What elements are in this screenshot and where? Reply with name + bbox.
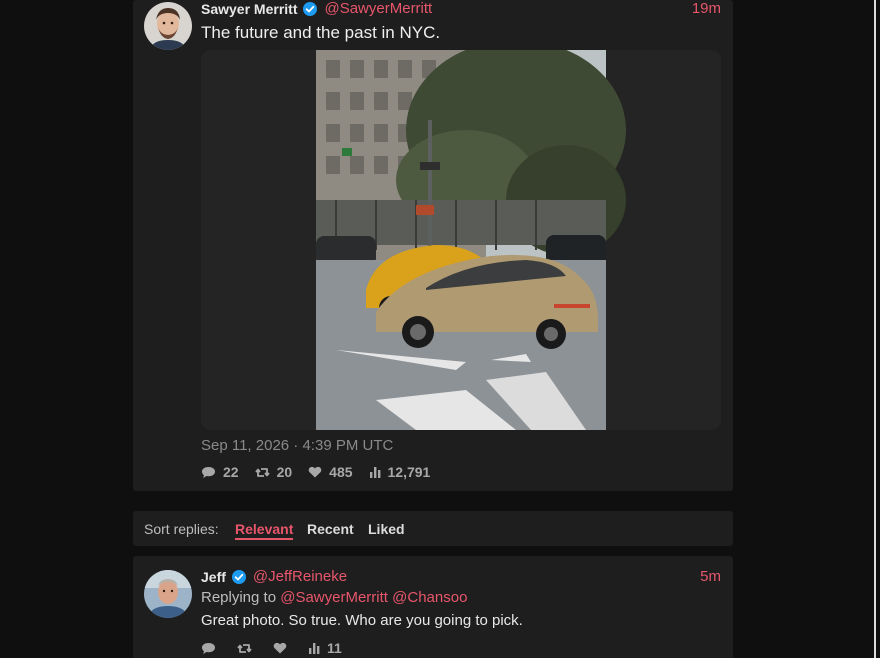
views-stat[interactable]: 12,791 [369, 464, 431, 480]
tweet-media[interactable] [201, 50, 721, 430]
main-tweet: Sawyer Merritt @SawyerMerritt 19m The fu… [133, 0, 733, 491]
reply-stat[interactable] [201, 642, 223, 655]
views-icon [309, 643, 320, 654]
tweet-header: Sawyer Merritt @SawyerMerritt [201, 0, 432, 17]
reply-stat[interactable]: 22 [201, 464, 239, 480]
verified-icon [231, 569, 247, 585]
views-stat[interactable]: 11 [308, 640, 342, 656]
comment-icon [202, 642, 215, 654]
replying-prefix: Replying to [201, 589, 277, 606]
sort-label: Sort replies: [144, 521, 219, 537]
mention-link[interactable]: @SawyerMerritt [280, 589, 388, 606]
retweet-stat[interactable] [237, 642, 259, 655]
avatar[interactable] [144, 570, 192, 618]
comment-icon [202, 466, 215, 478]
tweet-date[interactable]: Sep 11, 2026 · 4:39 PM UTC [201, 437, 393, 454]
reply-text: Great photo. So true. Who are you going … [201, 612, 523, 629]
sort-tab-relevant[interactable]: Relevant [235, 521, 294, 540]
retweet-stat[interactable]: 20 [254, 464, 293, 480]
tweet-time[interactable]: 19m [692, 0, 721, 17]
views-count: 11 [327, 640, 342, 656]
scrollbar[interactable] [874, 0, 880, 658]
tweet-stats: 22 20 485 12,791 [201, 464, 446, 480]
sort-tab-recent[interactable]: Recent [307, 521, 354, 537]
reply-time[interactable]: 5m [700, 568, 721, 585]
reply-header: Jeff @JeffReineke [201, 568, 347, 585]
views-count: 12,791 [387, 464, 431, 480]
mention-link[interactable]: @Chansoo [392, 589, 467, 606]
retweet-count: 20 [276, 464, 293, 480]
like-stat[interactable]: 485 [308, 464, 353, 480]
photo-cybercab-nyc-street [201, 50, 721, 430]
heart-icon [308, 466, 322, 478]
handle-link[interactable]: @JeffReineke [253, 568, 347, 585]
verified-icon [302, 1, 318, 17]
avatar[interactable] [144, 2, 192, 50]
like-stat[interactable] [273, 642, 294, 654]
retweet-icon [254, 467, 270, 477]
heart-icon [273, 642, 287, 654]
handle-link[interactable]: @SawyerMerritt [324, 0, 432, 17]
sort-bar: Sort replies: Relevant Recent Liked [133, 511, 733, 546]
like-count: 485 [329, 464, 353, 480]
reply-tweet: Jeff @JeffReineke 5m Replying to @Sawyer… [133, 556, 733, 658]
reply-count: 22 [223, 464, 239, 480]
tweet-text: The future and the past in NYC. [201, 23, 441, 42]
retweet-icon [237, 643, 252, 653]
views-icon [369, 467, 380, 478]
replying-to: Replying to @SawyerMerritt @Chansoo [201, 589, 467, 606]
sort-tab-liked[interactable]: Liked [368, 521, 405, 537]
reply-stats: 11 [201, 640, 358, 656]
display-name[interactable]: Jeff [201, 569, 226, 585]
display-name[interactable]: Sawyer Merritt [201, 1, 297, 17]
